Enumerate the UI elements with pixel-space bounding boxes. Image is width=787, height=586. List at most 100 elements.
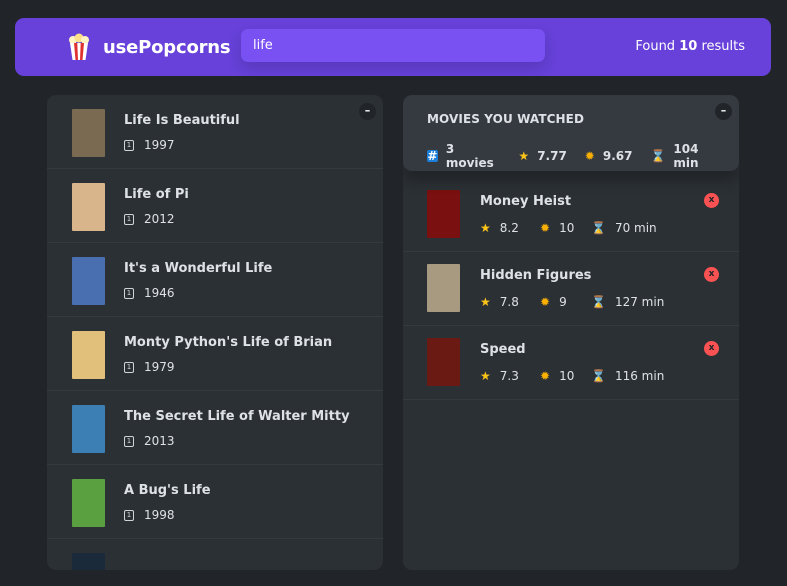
hourglass-icon: ⌛ <box>591 221 606 235</box>
movie-poster <box>72 183 105 231</box>
user-rating: ✹ 10 <box>540 221 591 235</box>
movie-poster <box>427 264 460 312</box>
movie-list-item[interactable]: Life of Pi 1 2012 <box>47 169 383 243</box>
star-icon: ★ <box>480 369 491 383</box>
runtime: ⌛ 127 min <box>591 295 664 309</box>
watched-list-item: Money Heist ★ 8.2 ✹ 10 ⌛ 70 min x <box>403 178 739 252</box>
delete-button[interactable]: x <box>704 267 719 282</box>
movie-poster <box>427 338 460 386</box>
movie-poster <box>72 553 105 570</box>
movie-list-item[interactable]: Life Is Beautiful 1 1997 <box>47 95 383 169</box>
watched-stats: ★ 7.8 ✹ 9 ⌛ 127 min <box>480 295 664 309</box>
movie-year-value: 1946 <box>144 286 175 300</box>
imdb-rating-value: 8.2 <box>499 221 519 235</box>
movie-year: 1 1998 <box>124 508 175 522</box>
summary-user-value: 9.67 <box>602 149 633 163</box>
star-icon: ★ <box>480 295 491 309</box>
runtime: ⌛ 70 min <box>591 221 657 235</box>
search-input[interactable] <box>241 29 545 62</box>
imdb-rating: ★ 7.8 <box>480 295 540 309</box>
calendar-icon: 1 <box>124 435 134 447</box>
runtime-value: 116 min <box>614 369 665 383</box>
movie-title: Hidden Figures <box>480 268 592 283</box>
movie-year: 1 1946 <box>124 286 175 300</box>
summary-user: ✹ 9.67 <box>585 142 633 170</box>
delete-button[interactable]: x <box>704 193 719 208</box>
app-name: usePopcorns <box>103 36 231 58</box>
summary-heading: Movies you watched <box>427 112 585 126</box>
imdb-rating-value: 7.8 <box>499 295 519 309</box>
calendar-icon: 1 <box>124 213 134 225</box>
summary-runtime-value: 104 min <box>673 142 699 170</box>
watched-stats: ★ 8.2 ✹ 10 ⌛ 70 min <box>480 221 657 235</box>
navbar: usePopcorns Found 10 results <box>15 18 771 76</box>
results-suffix: results <box>701 39 745 54</box>
calendar-icon: 1 <box>124 287 134 299</box>
collapse-button[interactable]: – <box>715 103 732 120</box>
star-icon: ★ <box>518 149 530 163</box>
user-rating-value: 10 <box>559 369 575 383</box>
movie-list-item[interactable] <box>47 539 383 570</box>
summary-imdb: ★ 7.77 <box>518 142 566 170</box>
sun-icon: ✹ <box>584 149 595 163</box>
star-icon: ★ <box>480 221 491 235</box>
movie-title: Speed <box>480 342 526 357</box>
movie-poster <box>72 257 105 305</box>
movie-year-value: 1979 <box>144 360 175 374</box>
watched-summary: Movies you watched # 3 movies ★ 7.77 ✹ 9… <box>403 95 739 171</box>
movie-year: 1 2012 <box>124 212 175 226</box>
movie-year: 1 1997 <box>124 138 175 152</box>
movie-list: Life Is Beautiful 1 1997 Life of Pi 1 20… <box>47 95 383 570</box>
movie-title: A Bug's Life <box>124 483 211 498</box>
movie-year-value: 1997 <box>144 138 175 152</box>
movie-year: 1 1979 <box>124 360 175 374</box>
imdb-rating: ★ 7.3 <box>480 369 540 383</box>
hourglass-icon: ⌛ <box>650 149 666 163</box>
imdb-rating: ★ 8.2 <box>480 221 540 235</box>
collapse-button[interactable]: – <box>359 103 376 120</box>
movie-poster <box>427 190 460 238</box>
movie-year-value: 1998 <box>144 508 175 522</box>
user-rating: ✹ 10 <box>540 369 591 383</box>
movie-poster <box>72 109 105 157</box>
summary-imdb-value: 7.77 <box>537 149 567 163</box>
movie-list-item[interactable]: A Bug's Life 1 1998 <box>47 465 383 539</box>
results-count: Found 10 results <box>635 18 745 76</box>
watched-list-item: Hidden Figures ★ 7.8 ✹ 9 ⌛ 127 min x <box>403 252 739 326</box>
runtime-value: 127 min <box>614 295 665 309</box>
watched-list-item: Speed ★ 7.3 ✹ 10 ⌛ 116 min x <box>403 326 739 400</box>
sun-icon: ✹ <box>540 369 551 383</box>
movie-poster <box>72 405 105 453</box>
calendar-icon: 1 <box>124 139 134 151</box>
summary-count: # 3 movies <box>427 142 500 170</box>
movie-title: It's a Wonderful Life <box>124 261 273 276</box>
movie-year-value: 2013 <box>144 434 175 448</box>
summary-runtime: ⌛ 104 min <box>650 142 721 170</box>
watched-stats: ★ 7.3 ✹ 10 ⌛ 116 min <box>480 369 664 383</box>
calendar-icon: 1 <box>124 509 134 521</box>
movie-title: Money Heist <box>480 194 572 209</box>
sun-icon: ✹ <box>540 221 551 235</box>
sun-icon: ✹ <box>540 295 551 309</box>
results-prefix: Found <box>635 39 676 54</box>
runtime: ⌛ 116 min <box>591 369 664 383</box>
hourglass-icon: ⌛ <box>591 369 606 383</box>
movie-title: Life Is Beautiful <box>124 113 240 128</box>
logo: usePopcorns <box>67 18 231 76</box>
movie-title: The Secret Life of Walter Mitty <box>124 409 350 424</box>
imdb-rating-value: 7.3 <box>499 369 519 383</box>
user-rating-value: 9 <box>559 295 567 309</box>
summary-count-value: 3 movies <box>445 142 494 170</box>
calendar-icon: 1 <box>124 361 134 373</box>
results-number: 10 <box>679 39 698 54</box>
movie-poster <box>72 331 105 379</box>
movie-list-item[interactable]: Monty Python's Life of Brian 1 1979 <box>47 317 383 391</box>
user-rating-value: 10 <box>559 221 575 235</box>
user-rating: ✹ 9 <box>540 295 591 309</box>
runtime-value: 70 min <box>614 221 657 235</box>
delete-button[interactable]: x <box>704 341 719 356</box>
movie-year: 1 2013 <box>124 434 175 448</box>
movie-list-item[interactable]: The Secret Life of Walter Mitty 1 2013 <box>47 391 383 465</box>
movie-poster <box>72 479 105 527</box>
movie-list-item[interactable]: It's a Wonderful Life 1 1946 <box>47 243 383 317</box>
